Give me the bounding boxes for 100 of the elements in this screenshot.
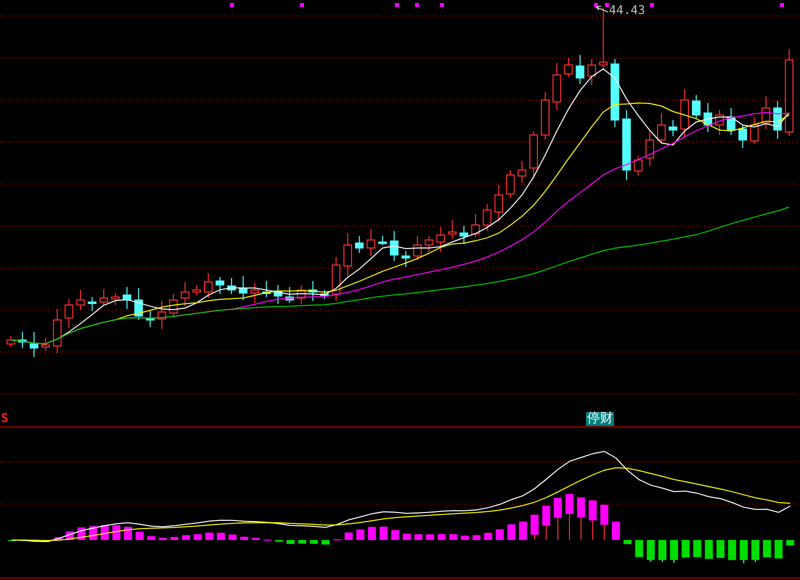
candlestick bbox=[413, 236, 422, 260]
histogram-bar bbox=[263, 539, 272, 542]
candlestick bbox=[668, 120, 678, 136]
histogram-bar bbox=[588, 500, 597, 540]
signal-badge: 停财 bbox=[586, 412, 614, 426]
candlestick bbox=[552, 62, 562, 110]
histogram-bar bbox=[704, 540, 713, 560]
candlestick bbox=[262, 280, 271, 298]
candlestick bbox=[750, 116, 759, 144]
candlestick bbox=[529, 130, 538, 178]
candlestick bbox=[343, 232, 352, 276]
candlestick bbox=[111, 292, 120, 306]
histogram-bar bbox=[286, 540, 295, 544]
histogram-bar bbox=[751, 540, 760, 562]
candlestick bbox=[308, 280, 318, 302]
histogram-bar bbox=[542, 505, 550, 540]
candlestick bbox=[634, 156, 642, 176]
candlestick bbox=[332, 256, 340, 302]
histogram-bar bbox=[147, 536, 156, 540]
histogram-bar bbox=[124, 526, 132, 540]
candlestick bbox=[773, 100, 782, 140]
histogram-bar bbox=[228, 534, 237, 540]
candlestick bbox=[146, 310, 155, 328]
candlestick bbox=[274, 284, 282, 304]
signal-marker bbox=[300, 3, 304, 7]
histogram-bar bbox=[460, 535, 469, 540]
candlestick bbox=[715, 110, 724, 136]
candlestick bbox=[657, 112, 666, 144]
candlestick bbox=[436, 226, 445, 252]
histogram-bar bbox=[356, 528, 364, 540]
histogram-bar bbox=[472, 534, 481, 540]
histogram-bar bbox=[740, 540, 748, 564]
signal-marker bbox=[415, 3, 419, 7]
candlestick bbox=[738, 124, 748, 148]
candlestick bbox=[285, 286, 294, 304]
histogram-bar bbox=[414, 534, 422, 540]
candlestick bbox=[30, 332, 38, 358]
candlestick bbox=[518, 160, 526, 184]
histogram-bar bbox=[182, 534, 190, 540]
signal-marker bbox=[395, 3, 399, 7]
histogram-bar bbox=[240, 536, 248, 540]
histogram-bar bbox=[194, 534, 202, 540]
candlestick bbox=[320, 290, 329, 300]
candlestick bbox=[204, 272, 213, 298]
histogram-bar bbox=[438, 534, 446, 540]
histogram-bar bbox=[31, 540, 40, 542]
histogram-bar bbox=[170, 536, 178, 540]
candlestick bbox=[564, 58, 573, 78]
signal-marker bbox=[230, 3, 234, 7]
signal-marker bbox=[440, 3, 444, 7]
candlestick bbox=[6, 336, 16, 348]
histogram-bar bbox=[216, 532, 225, 540]
histogram-bar bbox=[624, 540, 632, 545]
candlestick bbox=[622, 110, 631, 180]
candlestick bbox=[52, 308, 62, 354]
histogram-bar bbox=[530, 514, 539, 540]
histogram-bar bbox=[658, 540, 666, 562]
histogram-bar bbox=[716, 540, 724, 558]
candlestick bbox=[88, 296, 96, 312]
candlestick bbox=[216, 276, 224, 294]
candlestick bbox=[192, 284, 201, 296]
histogram-bar bbox=[670, 540, 678, 564]
candlestick bbox=[227, 278, 236, 294]
histogram-bar bbox=[136, 531, 144, 540]
histogram-bar bbox=[484, 532, 492, 540]
candlestick bbox=[726, 108, 736, 136]
histogram-bar bbox=[368, 526, 376, 540]
candlestick bbox=[506, 170, 515, 198]
histogram-bar bbox=[158, 537, 167, 540]
histogram-bar bbox=[762, 540, 771, 558]
candlestick bbox=[355, 236, 364, 254]
histogram-bar bbox=[786, 540, 794, 546]
candlestick bbox=[18, 332, 27, 348]
candlestick bbox=[238, 276, 248, 300]
histogram-bar bbox=[380, 526, 388, 540]
candlestick bbox=[402, 250, 410, 268]
histogram-bar bbox=[402, 533, 411, 540]
candlestick bbox=[76, 290, 85, 310]
histogram-bar bbox=[321, 540, 330, 546]
signal-marker bbox=[650, 3, 654, 7]
histogram-bar bbox=[600, 504, 608, 540]
candlestick bbox=[122, 286, 132, 310]
candlestick bbox=[64, 298, 74, 328]
candlestick bbox=[680, 88, 689, 138]
pointer-arrow bbox=[596, 6, 608, 12]
candlestick bbox=[692, 94, 701, 120]
histogram-bar bbox=[310, 540, 318, 544]
histogram-bar bbox=[275, 540, 284, 542]
candlestick bbox=[448, 220, 457, 240]
candlestick bbox=[471, 214, 480, 238]
histogram-bar bbox=[635, 540, 644, 558]
candlestick bbox=[250, 282, 260, 304]
candlestick bbox=[424, 236, 434, 252]
histogram-bar bbox=[577, 496, 586, 540]
candlestick bbox=[599, 8, 608, 70]
candlestick bbox=[180, 282, 190, 306]
histogram-bar bbox=[565, 493, 574, 540]
histogram-bar bbox=[344, 532, 353, 540]
candlestick bbox=[378, 236, 387, 246]
indicator-marker: S bbox=[1, 412, 8, 425]
